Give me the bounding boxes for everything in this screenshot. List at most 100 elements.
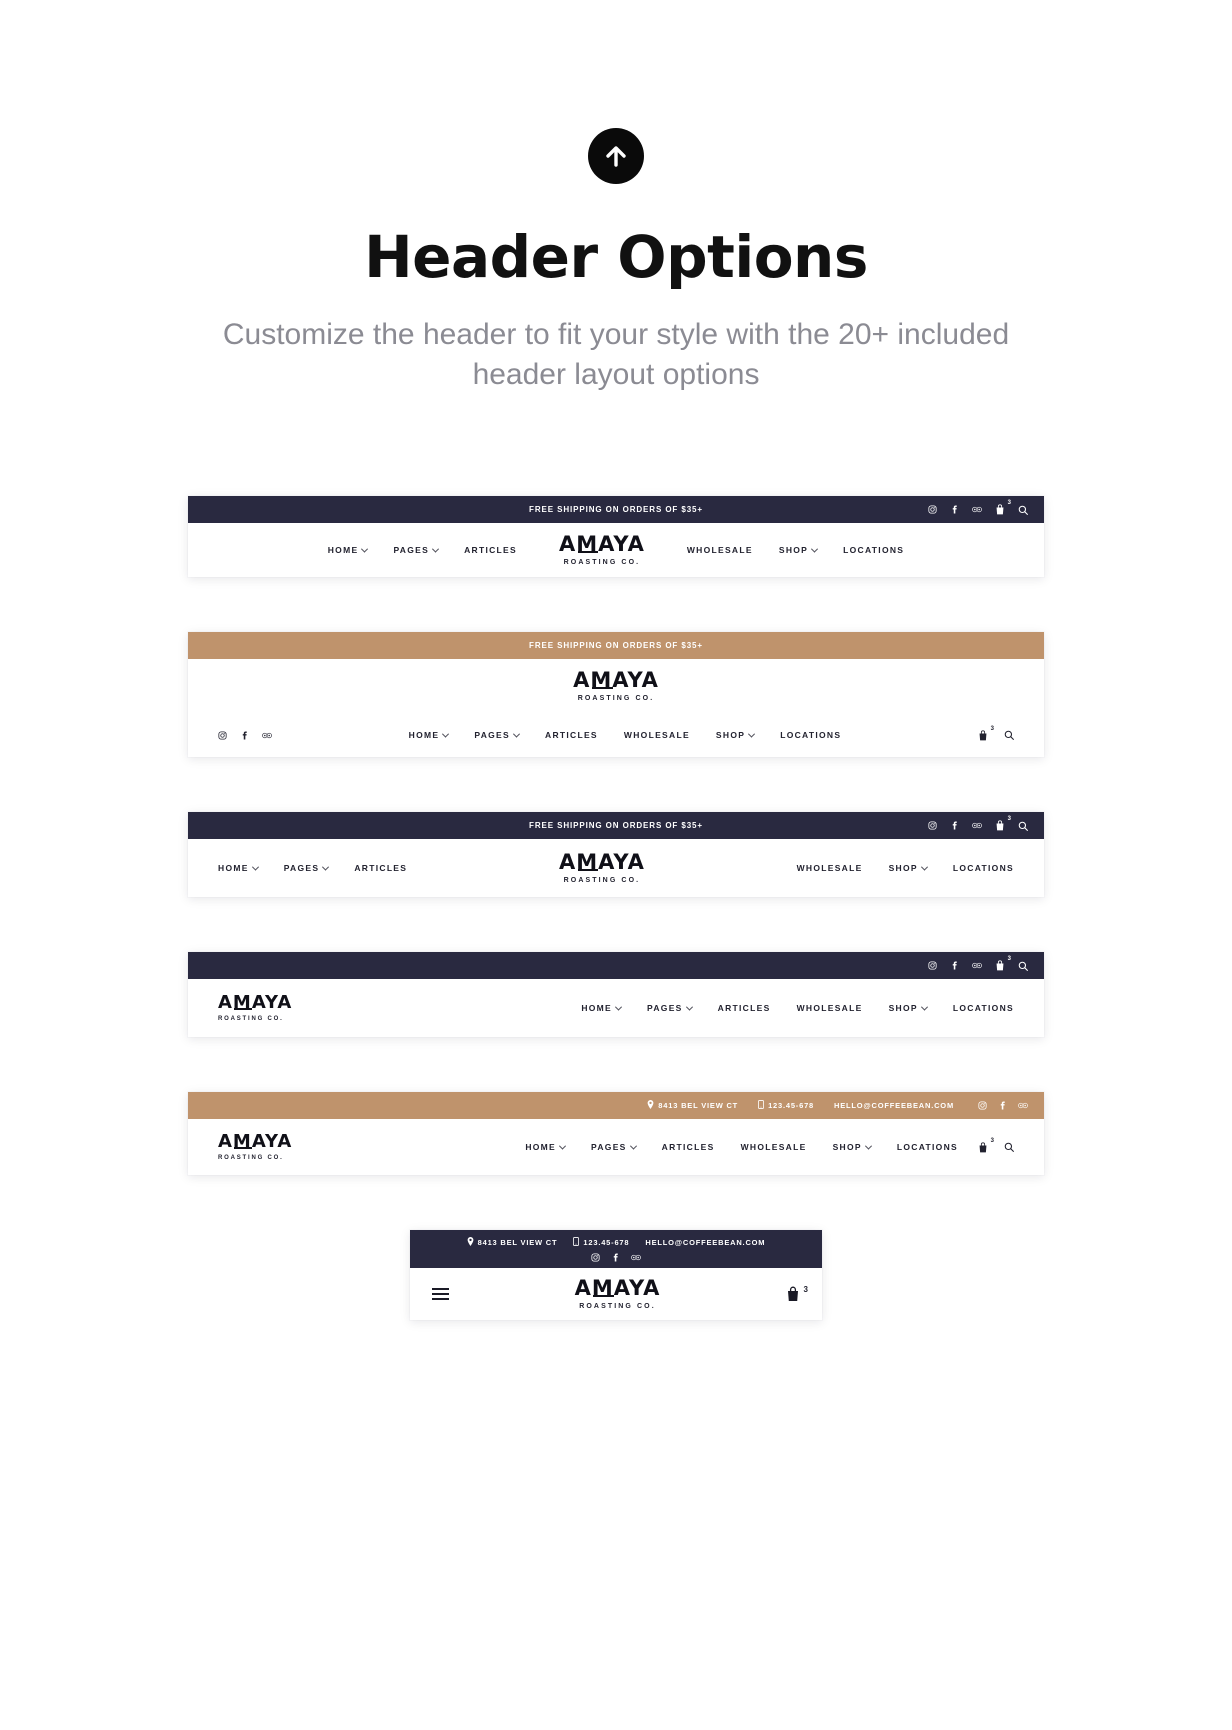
- instagram-icon[interactable]: [591, 1253, 600, 1262]
- tripadvisor-icon[interactable]: [972, 961, 982, 970]
- address-item[interactable]: 8413 BEL VIEW CT: [647, 1100, 738, 1111]
- chevron-down-icon: [629, 1142, 637, 1150]
- search-icon[interactable]: [1018, 821, 1028, 831]
- nav-item-home[interactable]: HOME: [218, 863, 259, 873]
- facebook-icon[interactable]: [950, 505, 959, 514]
- nav-item-home[interactable]: HOME: [581, 1003, 623, 1014]
- nav-item-locations[interactable]: LOCATIONS: [780, 730, 841, 740]
- nav-item-pages[interactable]: PAGES: [474, 730, 521, 740]
- nav-item-shop[interactable]: SHOP: [889, 1003, 928, 1013]
- nav-label: WHOLESALE: [623, 730, 690, 741]
- brand-name: AMAYA: [559, 534, 645, 555]
- address-item[interactable]: 8413 BEL VIEW CT: [467, 1237, 558, 1248]
- brand-logo[interactable]: AMAYA ROASTING CO.: [575, 1278, 661, 1311]
- nav-label: LOCATIONS: [952, 1003, 1014, 1014]
- nav-item-pages[interactable]: PAGES: [284, 863, 330, 873]
- header-actions: 3: [978, 726, 1014, 741]
- nav-item-wholesale[interactable]: WHOLESALE: [797, 863, 863, 873]
- nav-item-articles[interactable]: ARTICLES: [545, 730, 598, 740]
- search-icon[interactable]: [1004, 1142, 1014, 1153]
- facebook-icon[interactable]: [950, 821, 959, 830]
- nav-item-shop[interactable]: SHOP: [779, 545, 819, 555]
- search-icon[interactable]: [1004, 730, 1014, 741]
- search-icon[interactable]: [1018, 961, 1028, 971]
- nav-left: HOME PAGES ARTICLES: [328, 545, 517, 555]
- nav-label: LOCATIONS: [896, 1142, 958, 1153]
- nav-item-wholesale[interactable]: WHOLESALE: [624, 730, 690, 740]
- cart-bag-icon[interactable]: 3: [995, 956, 1011, 971]
- instagram-icon[interactable]: [928, 505, 937, 514]
- phone-item[interactable]: 123.45-678: [758, 1100, 814, 1111]
- announcement-text: FREE SHIPPING ON ORDERS OF $35+: [529, 505, 703, 515]
- cart-bag-icon[interactable]: 3: [978, 726, 994, 741]
- nav-item-wholesale[interactable]: WHOLESALE: [797, 1003, 863, 1013]
- nav-label: WHOLESALE: [796, 863, 863, 874]
- phone-item[interactable]: 123.45-678: [573, 1237, 629, 1248]
- facebook-icon[interactable]: [998, 1101, 1007, 1110]
- instagram-icon[interactable]: [928, 821, 937, 830]
- contact-bar: 8413 BEL VIEW CT 123.45-678 HELLO@COFFEE…: [188, 1092, 1044, 1120]
- brand-logo[interactable]: AMAYA ROASTING CO.: [559, 534, 645, 567]
- nav-item-home[interactable]: HOME: [409, 730, 450, 740]
- nav-item-pages[interactable]: PAGES: [647, 1003, 693, 1013]
- nav-item-wholesale[interactable]: WHOLESALE: [741, 1142, 807, 1152]
- nav-label: HOME: [581, 1003, 613, 1014]
- instagram-icon[interactable]: [218, 731, 227, 740]
- hamburger-menu-icon[interactable]: [432, 1288, 449, 1301]
- social-links: [410, 1253, 822, 1262]
- nav-item-locations[interactable]: LOCATIONS: [897, 1142, 958, 1152]
- nav-item-pages[interactable]: PAGES: [393, 545, 440, 555]
- topbar-actions: 3: [928, 500, 1028, 515]
- nav-item-home[interactable]: HOME: [328, 545, 369, 555]
- tripadvisor-icon[interactable]: [631, 1253, 641, 1262]
- brand-logo[interactable]: AMAYA ROASTING CO.: [218, 1133, 292, 1162]
- facebook-icon[interactable]: [611, 1253, 620, 1262]
- chevron-down-icon: [864, 1142, 872, 1150]
- brand-logo[interactable]: AMAYA ROASTING CO.: [573, 670, 659, 703]
- nav-item-shop[interactable]: SHOP: [889, 863, 928, 873]
- tripadvisor-icon[interactable]: [972, 505, 982, 514]
- instagram-icon[interactable]: [978, 1101, 987, 1110]
- header-preview-6-mobile: 8413 BEL VIEW CT 123.45-678 HELLO@COFFEE…: [410, 1230, 822, 1321]
- chevron-down-icon: [748, 730, 756, 738]
- nav-label: SHOP: [715, 730, 746, 741]
- nav-item-articles[interactable]: ARTICLES: [354, 863, 407, 873]
- tripadvisor-icon[interactable]: [262, 731, 272, 740]
- nav-item-shop[interactable]: SHOP: [833, 1142, 872, 1152]
- brand-logo[interactable]: AMAYA ROASTING CO.: [218, 994, 292, 1023]
- email-item[interactable]: HELLO@COFFEEBEAN.COM: [834, 1101, 954, 1110]
- brand-logo[interactable]: AMAYA ROASTING CO.: [559, 852, 645, 885]
- nav-item-articles[interactable]: ARTICLES: [662, 1142, 715, 1152]
- email-item[interactable]: HELLO@COFFEEBEAN.COM: [645, 1238, 765, 1247]
- nav-item-articles[interactable]: ARTICLES: [718, 1003, 771, 1013]
- search-icon[interactable]: [1018, 505, 1028, 515]
- chevron-down-icon: [811, 545, 819, 553]
- brand-name: AMAYA: [573, 670, 659, 691]
- facebook-icon[interactable]: [240, 731, 249, 740]
- tripadvisor-icon[interactable]: [1018, 1101, 1028, 1110]
- brand-name-text: AMAYA: [573, 668, 659, 693]
- facebook-icon[interactable]: [950, 961, 959, 970]
- page-title: Header Options: [364, 223, 868, 291]
- nav-item-articles[interactable]: ARTICLES: [464, 545, 517, 555]
- social-links: [218, 731, 272, 740]
- address-text: 8413 BEL VIEW CT: [477, 1238, 558, 1248]
- nav-item-locations[interactable]: LOCATIONS: [843, 545, 904, 555]
- nav-item-wholesale[interactable]: WHOLESALE: [687, 545, 753, 555]
- cart-bag-icon[interactable]: 3: [978, 1138, 994, 1153]
- tripadvisor-icon[interactable]: [972, 821, 982, 830]
- cart-bag-icon[interactable]: 3: [786, 1285, 808, 1302]
- cart-bag-icon[interactable]: 3: [995, 816, 1011, 831]
- main-nav-row: AMAYA ROASTING CO. HOME PAGES ARTICLES W…: [188, 979, 1044, 1038]
- cart-bag-icon[interactable]: 3: [995, 500, 1011, 515]
- nav-item-pages[interactable]: PAGES: [591, 1142, 637, 1152]
- intro-section: Header Options Customize the header to f…: [0, 0, 1232, 396]
- cart-count: 3: [1007, 500, 1011, 507]
- nav-item-locations[interactable]: LOCATIONS: [953, 863, 1014, 873]
- nav-item-locations[interactable]: LOCATIONS: [953, 1003, 1014, 1013]
- nav-item-shop[interactable]: SHOP: [715, 730, 756, 741]
- instagram-icon[interactable]: [928, 961, 937, 970]
- nav-item-home[interactable]: HOME: [525, 1142, 567, 1152]
- nav-label: WHOLESALE: [686, 545, 753, 556]
- announcement-text: FREE SHIPPING ON ORDERS OF $35+: [529, 641, 703, 651]
